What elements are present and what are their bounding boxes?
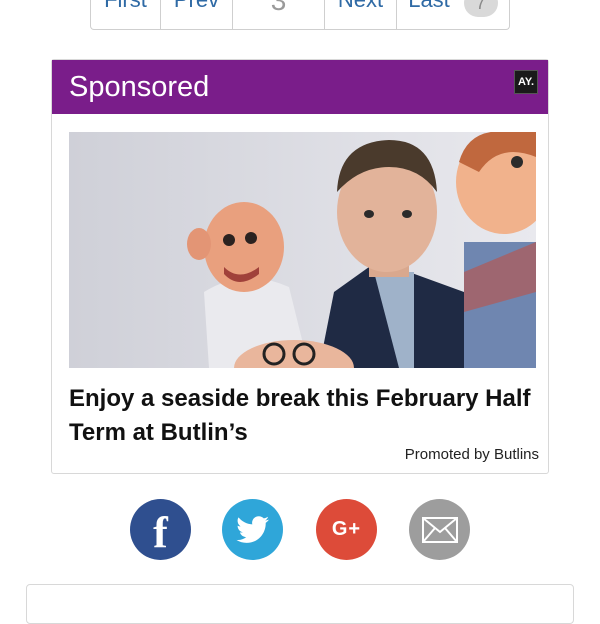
pagination-prev-button[interactable]: Prev [161, 0, 233, 29]
facebook-icon: f [153, 508, 168, 557]
pagination-next-label: Next [338, 0, 383, 11]
pagination-last-button[interactable]: Last 7 [397, 0, 509, 29]
pagination-first-label: First [104, 0, 147, 11]
pagination: First Prev 3 Next Last 7 [90, 0, 510, 30]
email-share-button[interactable] [409, 499, 470, 560]
pagination-current-page: 3 [233, 0, 325, 29]
google-plus-icon: G+ [331, 518, 362, 540]
sponsored-card[interactable]: Sponsored AY. Enjoy a seaside break this… [51, 59, 549, 474]
pagination-first-button[interactable]: First [91, 0, 161, 29]
advertisement-photo [69, 132, 536, 368]
sponsored-title: Sponsored [69, 70, 210, 103]
google-plus-share-button[interactable]: G+ [316, 499, 377, 560]
email-icon [421, 516, 458, 543]
twitter-icon [235, 515, 269, 543]
pagination-next-button[interactable]: Next [325, 0, 397, 29]
facebook-share-button[interactable]: f [130, 499, 191, 560]
total-pages-badge: 7 [463, 0, 498, 17]
promoted-by-label: Promoted by Butlins [404, 446, 539, 463]
pagination-prev-label: Prev [174, 0, 219, 11]
current-page-number: 3 [270, 0, 287, 16]
sponsored-header: Sponsored AY. [52, 60, 548, 114]
twitter-share-button[interactable] [222, 499, 283, 560]
bottom-panel [26, 584, 574, 624]
share-bar: f G+ [130, 499, 470, 561]
ay-logo[interactable]: AY. [514, 70, 538, 94]
advertisement-image[interactable] [69, 132, 536, 368]
pagination-last-label: Last [408, 0, 450, 11]
ad-headline[interactable]: Enjoy a seaside break this February Half… [69, 382, 539, 450]
